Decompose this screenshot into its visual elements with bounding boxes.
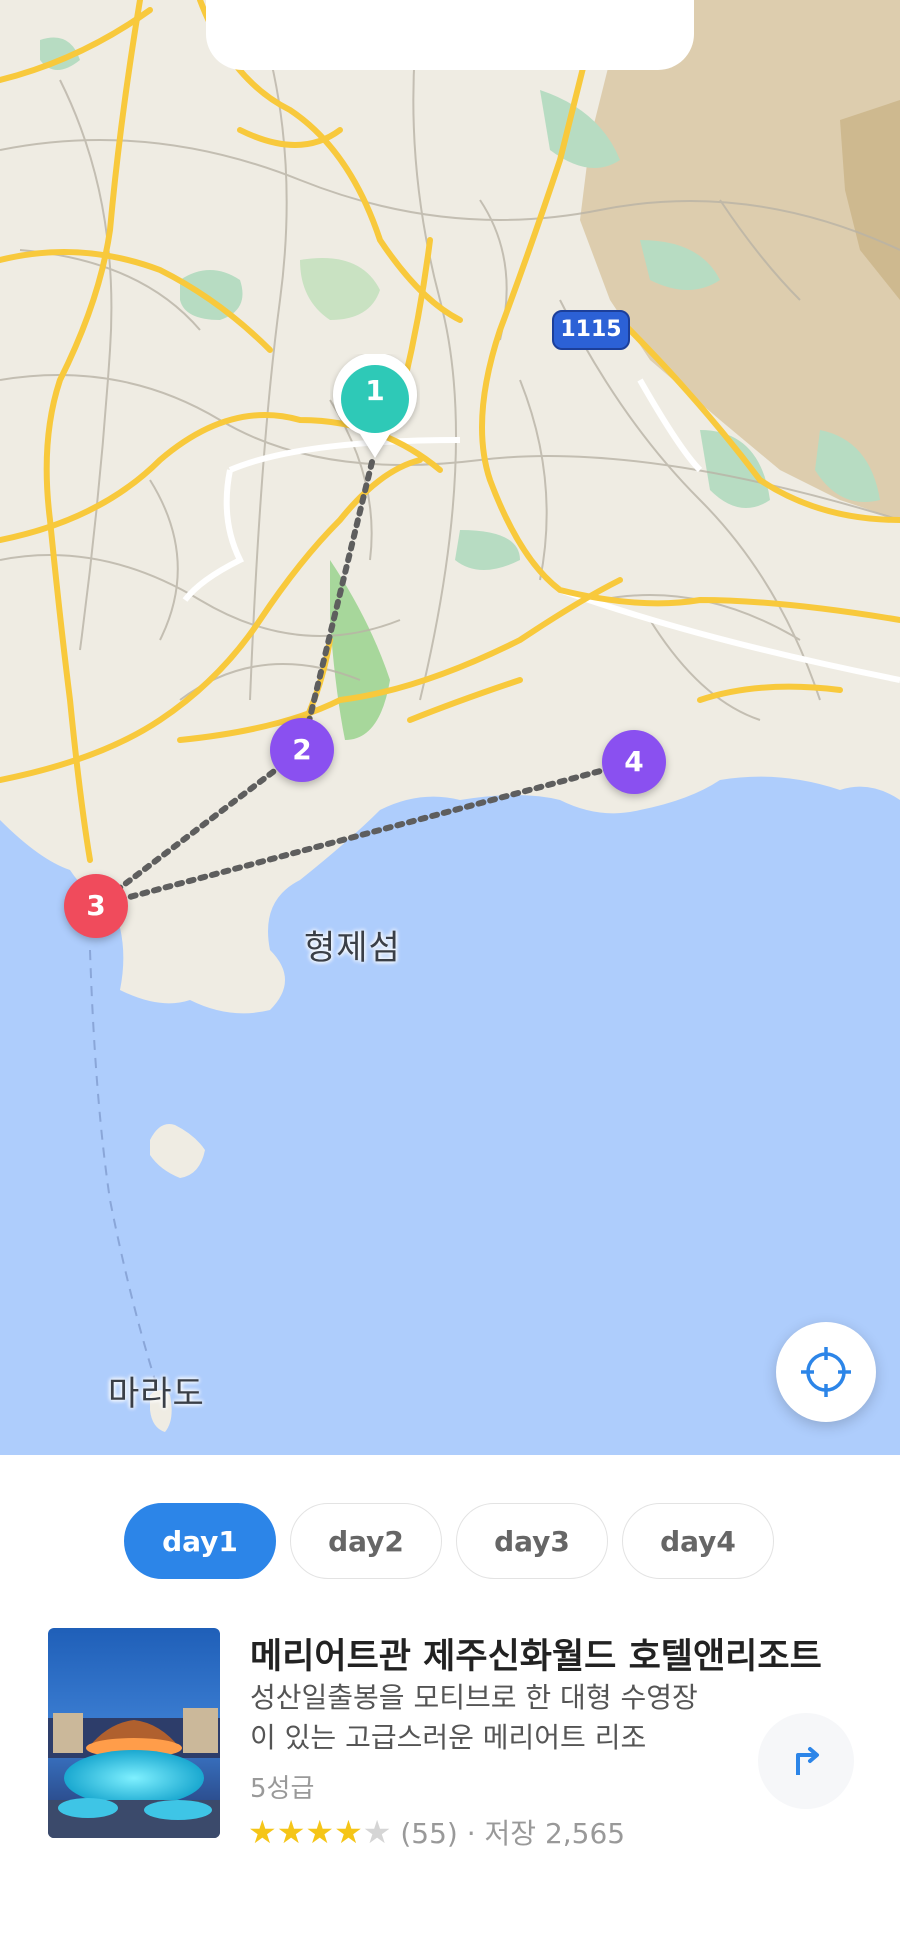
place-card[interactable]: 메리어트관 제주신화월드 호텔앤리조트 성산일출봉을 모티브로 한 대형 수영장… — [48, 1628, 868, 1858]
place-rating: ★★★★★ (55) · 저장 2,565 — [248, 1812, 625, 1852]
map-pin-1[interactable]: 1 — [330, 354, 420, 464]
review-count: (55) — [400, 1817, 458, 1850]
star-icon: ★ — [248, 1813, 277, 1851]
star-icon: ★ — [276, 1813, 306, 1851]
route-number-badge: 1115 — [552, 310, 630, 350]
place-thumbnail[interactable] — [48, 1628, 220, 1838]
place-grade: 5성급 — [250, 1774, 315, 1804]
star-icon: ★ — [334, 1813, 363, 1851]
tab-day1[interactable]: day1 — [124, 1503, 276, 1579]
map-pin-3[interactable]: 3 — [64, 874, 128, 938]
map-canvas — [0, 0, 900, 1455]
star-icon: ★ — [305, 1813, 335, 1851]
map-view[interactable]: 1115 형제섬 마라도 1 2 3 4 — [0, 0, 900, 1455]
pin-marker-icon — [333, 354, 417, 458]
place-title[interactable]: 메리어트관 제주신화월드 호텔앤리조트 — [250, 1628, 822, 1679]
crosshair-icon — [801, 1347, 851, 1397]
tab-day2[interactable]: day2 — [290, 1503, 442, 1579]
place-description: 성산일출봉을 모티브로 한 대형 수영장이 있는 고급스러운 메리어트 리조 — [250, 1681, 698, 1754]
locate-me-button[interactable] — [776, 1322, 876, 1422]
map-pin-2[interactable]: 2 — [270, 718, 334, 782]
day-tabs: day1 day2 day3 day4 — [124, 1503, 776, 1581]
turn-right-arrow-icon — [796, 1747, 819, 1775]
star-empty-icon: ★ — [362, 1813, 392, 1851]
device-notch — [206, 0, 694, 70]
tab-day3[interactable]: day3 — [456, 1503, 608, 1579]
map-label-hyeongje-island: 형제섬 — [304, 928, 401, 968]
map-label-mara-island: 마라도 — [108, 1374, 205, 1414]
resort-photo — [48, 1628, 220, 1838]
save-count: · 저장 2,565 — [466, 1817, 626, 1850]
directions-button[interactable] — [758, 1713, 854, 1809]
pin-1-number: 1 — [365, 374, 385, 407]
tab-day4[interactable]: day4 — [622, 1503, 774, 1579]
map-pin-4[interactable]: 4 — [602, 730, 666, 794]
